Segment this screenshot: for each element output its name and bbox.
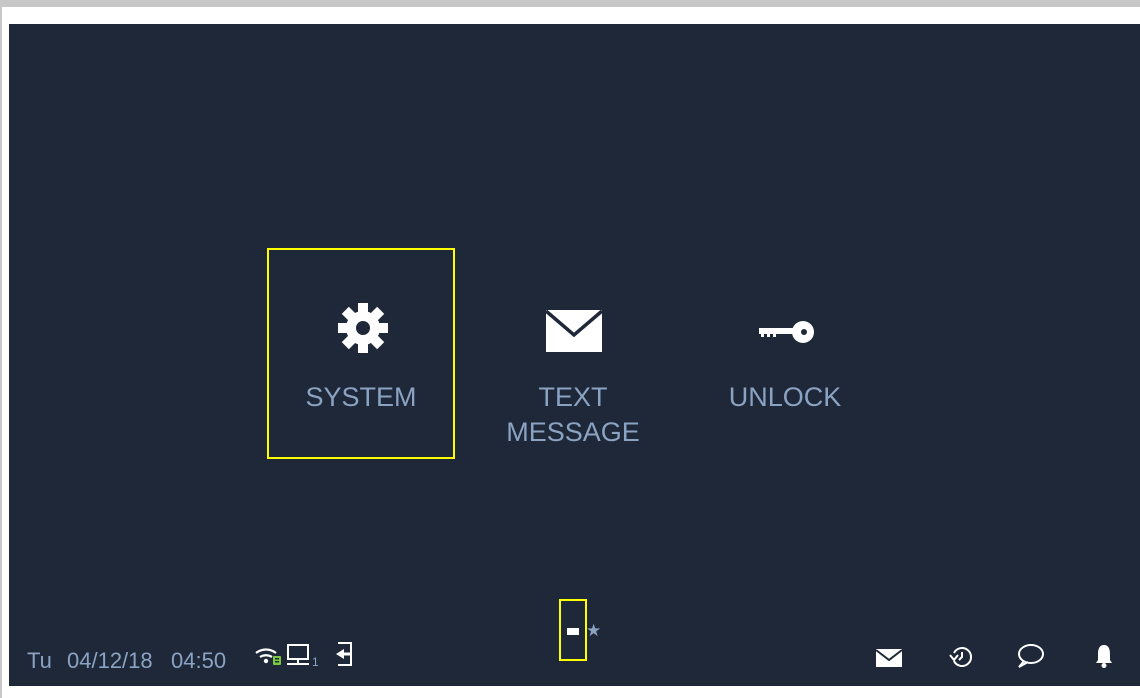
status-time: 04:50	[171, 648, 227, 673]
status-date: 04/12/18	[67, 648, 153, 673]
network-index: 1	[312, 655, 319, 669]
network-monitor-icon	[287, 644, 309, 665]
text-message-tile[interactable]: TEXT MESSAGE	[481, 250, 665, 457]
home-screen: SYSTEM TEXT MESSAGE UNLOCK ★ Tu 04/12/18…	[9, 24, 1140, 686]
history-clock-icon[interactable]	[949, 644, 975, 670]
favorites-star-icon[interactable]: ★	[586, 622, 601, 639]
key-icon	[759, 321, 814, 343]
wifi-icon	[255, 648, 281, 665]
system-tile[interactable]: SYSTEM	[267, 248, 455, 459]
page-indicator[interactable]	[559, 599, 587, 661]
status-day: Tu	[27, 648, 52, 673]
unlock-label: UNLOCK	[728, 382, 842, 412]
exit-door-icon[interactable]	[330, 641, 354, 667]
current-page-dot	[567, 628, 579, 635]
system-label: SYSTEM	[305, 382, 417, 412]
text-message-label: TEXT MESSAGE	[506, 382, 640, 447]
unlock-tile[interactable]: UNLOCK	[693, 250, 877, 457]
message-envelope-icon[interactable]	[875, 648, 903, 668]
gear-icon	[338, 303, 388, 353]
bell-icon[interactable]	[1094, 643, 1114, 669]
envelope-icon	[545, 309, 603, 352]
chat-bubble-icon[interactable]	[1015, 643, 1045, 669]
